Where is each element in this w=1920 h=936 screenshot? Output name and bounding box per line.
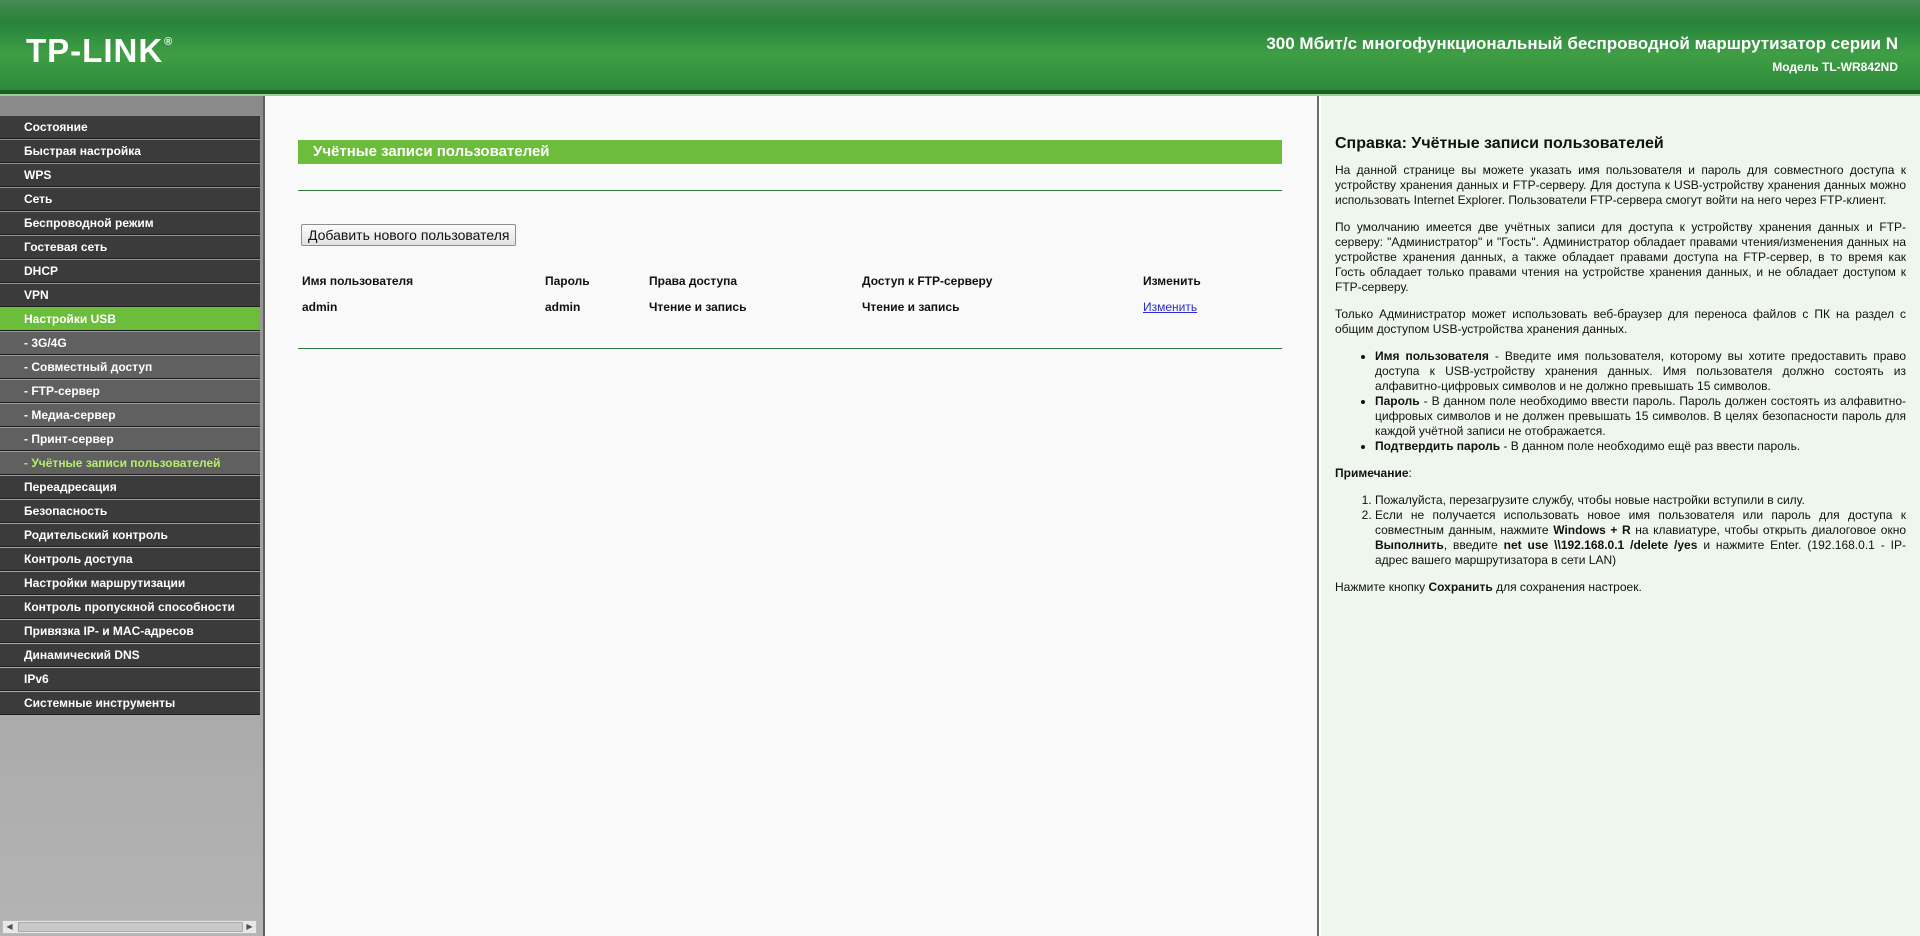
help-item-confirm-password: Подтвердить пароль - В данном поле необх…: [1375, 439, 1906, 454]
sidebar-subitem-sharing[interactable]: - Совместный доступ: [0, 356, 260, 379]
sidebar-item-wireless[interactable]: Беспроводной режим: [0, 212, 260, 235]
sidebar-item-guest-network[interactable]: Гостевая сеть: [0, 236, 260, 259]
sidebar-item-dynamic-dns[interactable]: Динамический DNS: [0, 644, 260, 667]
cell-username: admin: [302, 300, 338, 314]
sidebar-item-system-tools[interactable]: Системные инструменты: [0, 692, 260, 715]
help-note-2: Если не получается использовать новое им…: [1375, 508, 1906, 568]
add-user-button[interactable]: Добавить нового пользователя: [301, 224, 517, 246]
col-header-access-rights: Права доступа: [649, 274, 738, 288]
cell-ftp-access: Чтение и запись: [862, 300, 960, 314]
note-colon: :: [1408, 466, 1412, 480]
cell-password: admin: [545, 300, 581, 314]
product-title: 300 Мбит/с многофункциональный беспровод…: [1266, 34, 1898, 53]
sidebar-item-network[interactable]: Сеть: [0, 188, 260, 211]
note2-text: , введите: [1443, 538, 1504, 552]
help-paragraph-1: На данной странице вы можете указать имя…: [1335, 163, 1906, 207]
logo-registered-mark: ®: [164, 36, 174, 48]
help-item-username: Имя пользователя - Введите имя пользоват…: [1375, 349, 1906, 394]
sidebar-subitem-3g-4g[interactable]: - 3G/4G: [0, 332, 260, 355]
scrollbar-thumb[interactable]: [18, 922, 243, 932]
sidebar-subitem-ftp-server[interactable]: - FTP-сервер: [0, 380, 260, 403]
help-term-desc: - В данном поле необходимо ввести пароль…: [1375, 394, 1906, 438]
sidebar-menu: Состояние Быстрая настройка WPS Сеть Бес…: [0, 116, 260, 716]
tp-link-logo: TP-LINK®: [26, 32, 173, 70]
col-header-edit: Изменить: [1143, 274, 1201, 288]
scroll-left-arrow-icon[interactable]: ◀: [3, 921, 16, 933]
scroll-right-arrow-icon[interactable]: ▶: [243, 921, 256, 933]
note2-bold: Выполнить: [1375, 538, 1444, 552]
sidebar-subitem-media-server[interactable]: - Медиа-сервер: [0, 404, 260, 427]
sidebar-subitem-print-server[interactable]: - Принт-сервер: [0, 428, 260, 451]
sidebar-item-vpn[interactable]: VPN: [0, 284, 260, 307]
sidebar-item-forwarding[interactable]: Переадресация: [0, 476, 260, 499]
sidebar-item-wps[interactable]: WPS: [0, 164, 260, 187]
note2-text: на клавиатуре, чтобы открыть диалоговое …: [1630, 523, 1907, 537]
bottom-divider: [298, 348, 1282, 349]
sidebar-item-routing[interactable]: Настройки маршрутизации: [0, 572, 260, 595]
final-text: Нажмите кнопку: [1335, 580, 1429, 594]
help-paragraph-3: Только Администратор может использовать …: [1335, 307, 1906, 336]
edit-link[interactable]: Изменить: [1143, 300, 1197, 314]
help-term: Пароль: [1375, 394, 1420, 408]
sidebar-item-ip-mac-binding[interactable]: Привязка IP- и MAC-адресов: [0, 620, 260, 643]
help-notes-list: Пожалуйста, перезагрузите службу, чтобы …: [1335, 493, 1906, 568]
sidebar-horizontal-scrollbar[interactable]: ◀ ▶: [2, 920, 257, 934]
final-text: для сохранения настроек.: [1492, 580, 1642, 594]
help-item-password: Пароль - В данном поле необходимо ввести…: [1375, 394, 1906, 439]
col-header-ftp-access: Доступ к FTP-серверу: [862, 274, 993, 288]
main-content: Учётные записи пользователей Добавить но…: [265, 96, 1319, 936]
help-note-heading: Примечание:: [1335, 466, 1906, 481]
page-title: Учётные записи пользователей: [298, 140, 1282, 164]
help-panel: Справка: Учётные записи пользователей На…: [1321, 96, 1920, 936]
note2-bold: Windows + R: [1553, 523, 1631, 537]
top-divider: [298, 190, 1282, 191]
help-term-desc: - В данном поле необходимо ещё раз ввест…: [1500, 439, 1801, 453]
help-final-note: Нажмите кнопку Сохранить для сохранения …: [1335, 580, 1906, 595]
help-paragraph-2: По умолчанию имеется две учётных записи …: [1335, 220, 1906, 294]
col-header-username: Имя пользователя: [302, 274, 414, 288]
note-label: Примечание: [1335, 466, 1409, 480]
col-header-password: Пароль: [545, 274, 590, 288]
note2-command: net use \\192.168.0.1 /delete /yes: [1503, 538, 1698, 552]
product-model: Модель TL-WR842ND: [1772, 60, 1898, 74]
logo-text: TP-LINK: [26, 32, 164, 69]
sidebar-subitem-user-accounts[interactable]: - Учётные записи пользователей: [0, 452, 260, 475]
sidebar-item-quick-setup[interactable]: Быстрая настройка: [0, 140, 260, 163]
sidebar: Состояние Быстрая настройка WPS Сеть Бес…: [0, 96, 265, 936]
help-note-1: Пожалуйста, перезагрузите службу, чтобы …: [1375, 493, 1906, 508]
sidebar-item-bandwidth-control[interactable]: Контроль пропускной способности: [0, 596, 260, 619]
help-title: Справка: Учётные записи пользователей: [1335, 135, 1664, 152]
cell-access-rights: Чтение и запись: [649, 300, 747, 314]
help-term: Имя пользователя: [1375, 349, 1489, 363]
sidebar-item-access-control[interactable]: Контроль доступа: [0, 548, 260, 571]
sidebar-item-usb-settings[interactable]: Настройки USB: [0, 308, 260, 331]
sidebar-item-dhcp[interactable]: DHCP: [0, 260, 260, 283]
help-term: Подтвердить пароль: [1375, 439, 1501, 453]
header-bar: TP-LINK® 300 Мбит/с многофункциональный …: [0, 0, 1920, 90]
sidebar-item-security[interactable]: Безопасность: [0, 500, 260, 523]
sidebar-item-parental-control[interactable]: Родительский контроль: [0, 524, 260, 547]
final-bold: Сохранить: [1428, 580, 1493, 594]
sidebar-item-ipv6[interactable]: IPv6: [0, 668, 260, 691]
help-field-list: Имя пользователя - Введите имя пользоват…: [1335, 349, 1906, 454]
sidebar-item-status[interactable]: Состояние: [0, 116, 260, 139]
